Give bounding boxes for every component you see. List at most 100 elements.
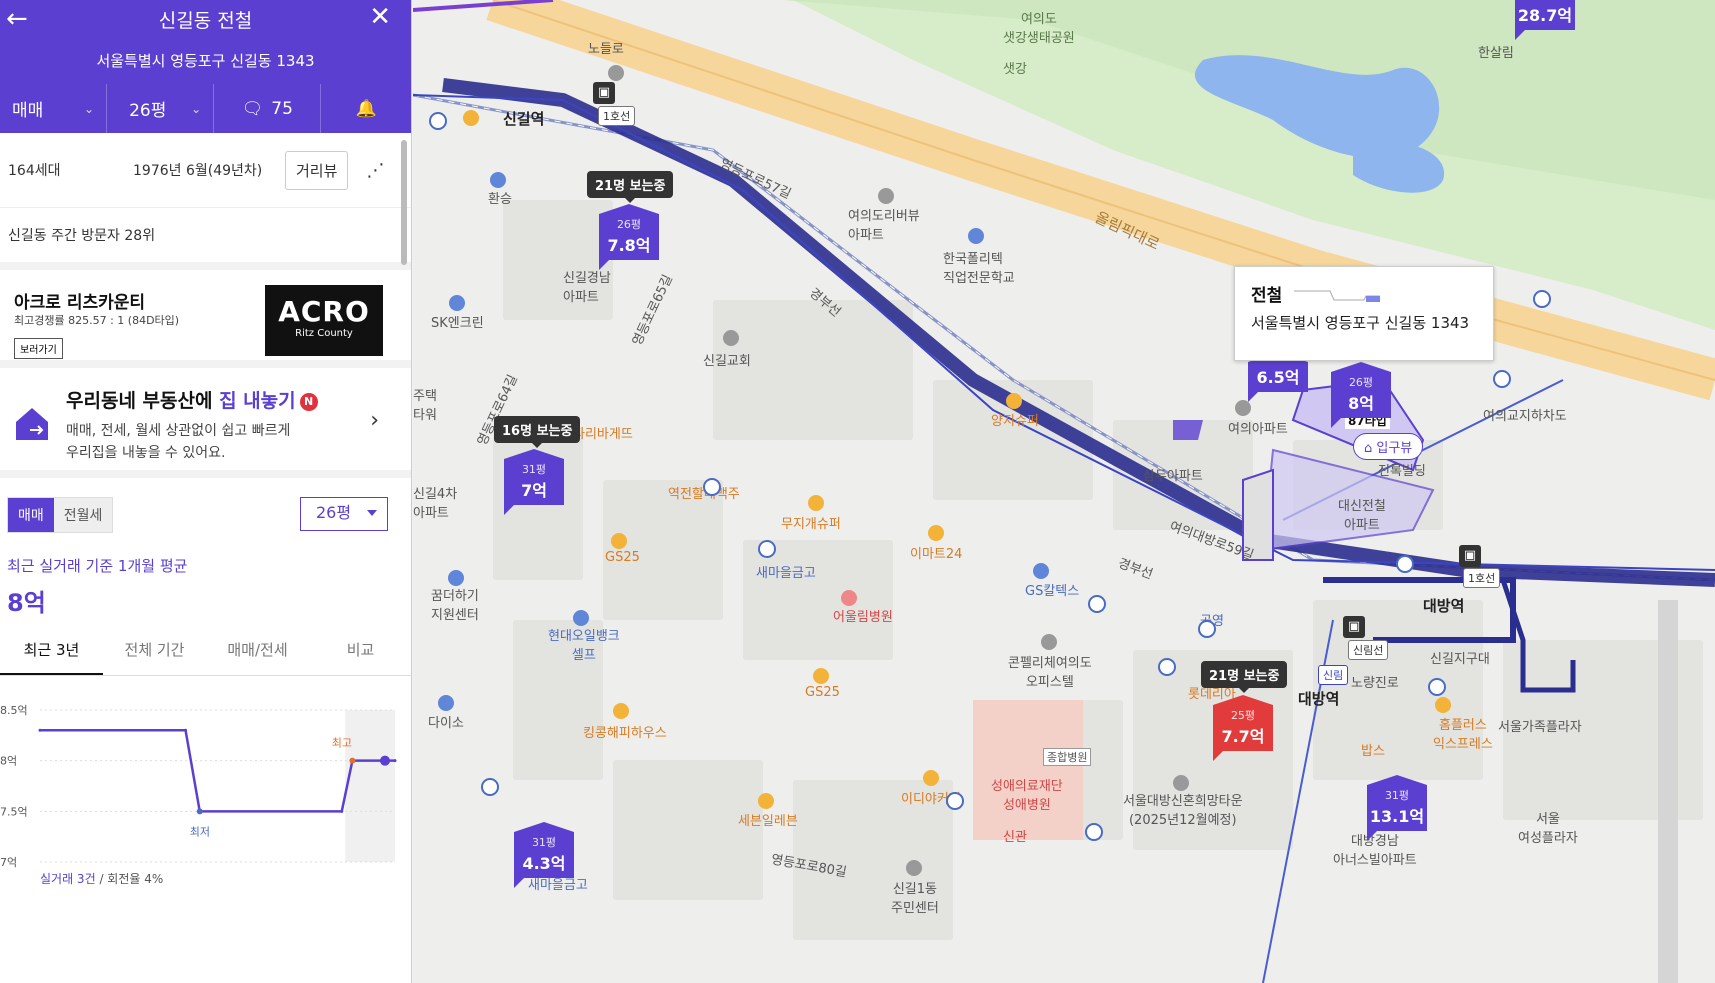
gs25-label[interactable]: GS25 — [605, 550, 640, 565]
sinkil4-apt-label[interactable]: 신길4차 아파트 — [413, 483, 457, 521]
line1-chip[interactable]: 1호선 — [1463, 568, 1501, 588]
daebang-station-label[interactable]: 대방역 — [1298, 688, 1339, 709]
building-pin-icon[interactable] — [1041, 634, 1057, 650]
price-marker[interactable]: 28.7억 — [1515, 0, 1575, 40]
landmark-pin-icon[interactable] — [608, 65, 624, 81]
bus-stop-icon[interactable] — [481, 778, 499, 796]
price-marker[interactable]: 26평 8억 — [1331, 372, 1391, 428]
sinkil-jigu-label[interactable]: 신길지구대 — [1430, 648, 1490, 667]
gas-station-pin-icon[interactable] — [449, 295, 465, 311]
list-property-promo[interactable]: 우리동네 부동산에 집 내놓기 N 매매, 전세, 월세 상관없이 쉽고 빠르게 … — [0, 368, 411, 478]
map-view[interactable]: 여의도 샛강생태공원 샛강 한살림 올림픽대로 신길역 노들로 환승 여의도리버… — [413, 0, 1715, 983]
subway-station-icon[interactable]: ▣ — [1459, 545, 1481, 567]
store-pin-icon[interactable] — [928, 525, 944, 541]
size-select[interactable]: 26평 — [300, 497, 388, 531]
jeonbok-label[interactable]: 전록빌딩 — [1378, 460, 1426, 479]
price-marker[interactable]: 6.5억 — [1248, 362, 1308, 402]
size-dropdown[interactable]: 26평 ⌄ — [107, 84, 215, 133]
price-marker[interactable]: 31평 7억 — [504, 459, 564, 515]
deal-type-dropdown[interactable]: 매매 ⌄ — [0, 84, 108, 133]
subway-station-icon[interactable]: ▣ — [593, 82, 615, 104]
sinkil-station-label[interactable]: 신길역 — [503, 108, 544, 129]
gas-station-pin-icon[interactable] — [1033, 563, 1049, 579]
daebang-station-label[interactable]: 대방역 — [1423, 595, 1464, 616]
store-pin-icon[interactable] — [613, 703, 629, 719]
emart24-label[interactable]: 이마트24 — [910, 543, 962, 562]
tab-compare[interactable]: 비교 — [309, 628, 411, 675]
women-plaza-label[interactable]: 서울 여성플라자 — [1518, 808, 1578, 846]
entrance-view-button[interactable]: ⌂ 입구뷰 — [1353, 433, 1424, 460]
yeouido-riverview-label[interactable]: 여의도리버뷰 아파트 — [848, 205, 920, 243]
bus-stop-icon[interactable] — [758, 540, 776, 558]
sinrim-chip[interactable]: 신림 — [1318, 665, 1349, 685]
tab-all-period[interactable]: 전체 기간 — [103, 628, 206, 675]
ad-banner[interactable]: 아크로 리츠카운티 최고경쟁률 825.57 : 1 (84D타입) 보러가기 … — [0, 270, 411, 368]
ad-view-button[interactable]: 보러가기 — [14, 338, 63, 359]
gs25-label[interactable]: GS25 — [805, 685, 840, 700]
gas-station-pin-icon[interactable] — [573, 610, 589, 626]
bus-stop-icon[interactable] — [1088, 595, 1106, 613]
street-view-button[interactable]: 거리뷰 — [285, 150, 349, 190]
sk-label[interactable]: SK엔크린 — [431, 312, 484, 331]
seven-eleven-label[interactable]: 세븐일레븐 — [738, 810, 798, 829]
babs-label[interactable]: 밥스 — [1361, 740, 1385, 759]
building-pin-icon[interactable] — [878, 188, 894, 204]
bus-stop-icon[interactable] — [1085, 823, 1103, 841]
bus-stop-icon[interactable] — [1533, 290, 1551, 308]
subway-station-icon[interactable]: ▣ — [1343, 616, 1365, 638]
store-pin-icon[interactable] — [611, 533, 627, 549]
concelli-label[interactable]: 콘펠리체여의도 오피스텔 — [1008, 652, 1092, 690]
kkumdeo-label[interactable]: 꿈더하기 지원센터 — [431, 585, 479, 623]
tab-recent-3y[interactable]: 최근 3년 — [0, 628, 103, 675]
bus-stop-icon[interactable] — [1158, 658, 1176, 676]
sinkwan-label[interactable]: 신관 — [1003, 826, 1027, 845]
bus-stop-icon[interactable] — [946, 792, 964, 810]
housing-tower-label[interactable]: 주택 타워 — [413, 385, 437, 423]
hansalim-label[interactable]: 한살림 — [1478, 42, 1514, 61]
bus-stop-icon[interactable] — [1396, 555, 1414, 573]
price-marker[interactable]: 26평 7.8억 — [599, 214, 659, 270]
church-pin-icon[interactable] — [723, 330, 739, 346]
store-pin-icon[interactable] — [758, 793, 774, 809]
price-marker[interactable]: 31평 4.3억 — [514, 832, 574, 888]
sinkil-church-label[interactable]: 신길교회 — [703, 350, 751, 369]
bus-stop-icon[interactable] — [429, 112, 447, 130]
seoul-family-label[interactable]: 서울가족플라자 — [1498, 716, 1582, 735]
hospital-pin-icon[interactable] — [841, 590, 857, 606]
eoullim-label[interactable]: 어울림병원 — [833, 606, 893, 625]
hyundai-oilbank-label[interactable]: 현대오일뱅크 셀프 — [548, 625, 620, 663]
daesin-apt-label[interactable]: 대신전철 아파트 — [1338, 495, 1386, 533]
panel-scrollbar[interactable] — [401, 140, 407, 265]
selected-price-marker[interactable]: 25평 7.7억 — [1213, 705, 1273, 761]
yangji-label[interactable]: 양지슈퍼 — [991, 410, 1039, 429]
school-pin-icon[interactable] — [968, 228, 984, 244]
paris-baguette-label[interactable]: 파리바게뜨 — [573, 423, 633, 442]
bus-stop-icon[interactable] — [703, 478, 721, 496]
segment-sale[interactable]: 매매 — [8, 498, 54, 532]
homeplus-label[interactable]: 홈플러스 익스프레스 — [1433, 714, 1493, 752]
sinrim-line-chip[interactable]: 신림선 — [1348, 640, 1389, 660]
parking-pin-icon[interactable] — [490, 172, 506, 188]
park-label[interactable]: 여의도 샛강생태공원 — [1003, 8, 1075, 46]
kingkong-label[interactable]: 킹콩해피하우스 — [583, 722, 667, 741]
yeoui-apt-label[interactable]: 여의아파트 — [1228, 418, 1288, 437]
store-pin-icon[interactable] — [438, 695, 454, 711]
line1-chip[interactable]: 1호선 — [598, 106, 636, 126]
cafe-pin-icon[interactable] — [923, 770, 939, 786]
alarm-button[interactable]: 🔔 — [321, 84, 411, 133]
price-marker[interactable]: 31평 13.1억 — [1367, 785, 1427, 841]
sinkil-gyeongnam-label[interactable]: 신길경남 아파트 — [563, 267, 611, 305]
saemaeul-label[interactable]: 새마을금고 — [756, 562, 816, 581]
store-pin-icon[interactable] — [1435, 697, 1451, 713]
store-pin-icon[interactable] — [808, 495, 824, 511]
sinhon-town-label[interactable]: 서울대방신혼희망타운 (2025년12월예정) — [1123, 790, 1243, 828]
gs-caltex-label[interactable]: GS칼텍스 — [1025, 580, 1079, 599]
tab-sale-lease[interactable]: 매매/전세 — [206, 628, 309, 675]
close-icon[interactable]: ✕ — [369, 2, 391, 32]
share-icon[interactable]: ⋰ — [366, 160, 384, 181]
sungae-hospital-label[interactable]: 성애의료재단 성애병원 — [991, 775, 1063, 813]
samdu-apt-label[interactable]: 삼두아파트 — [1143, 465, 1203, 484]
store-pin-icon[interactable] — [813, 668, 829, 684]
complex-tooltip[interactable]: 전철 서울특별시 영등포구 신길동 1343 — [1234, 266, 1494, 361]
building-pin-icon[interactable] — [1173, 775, 1189, 791]
